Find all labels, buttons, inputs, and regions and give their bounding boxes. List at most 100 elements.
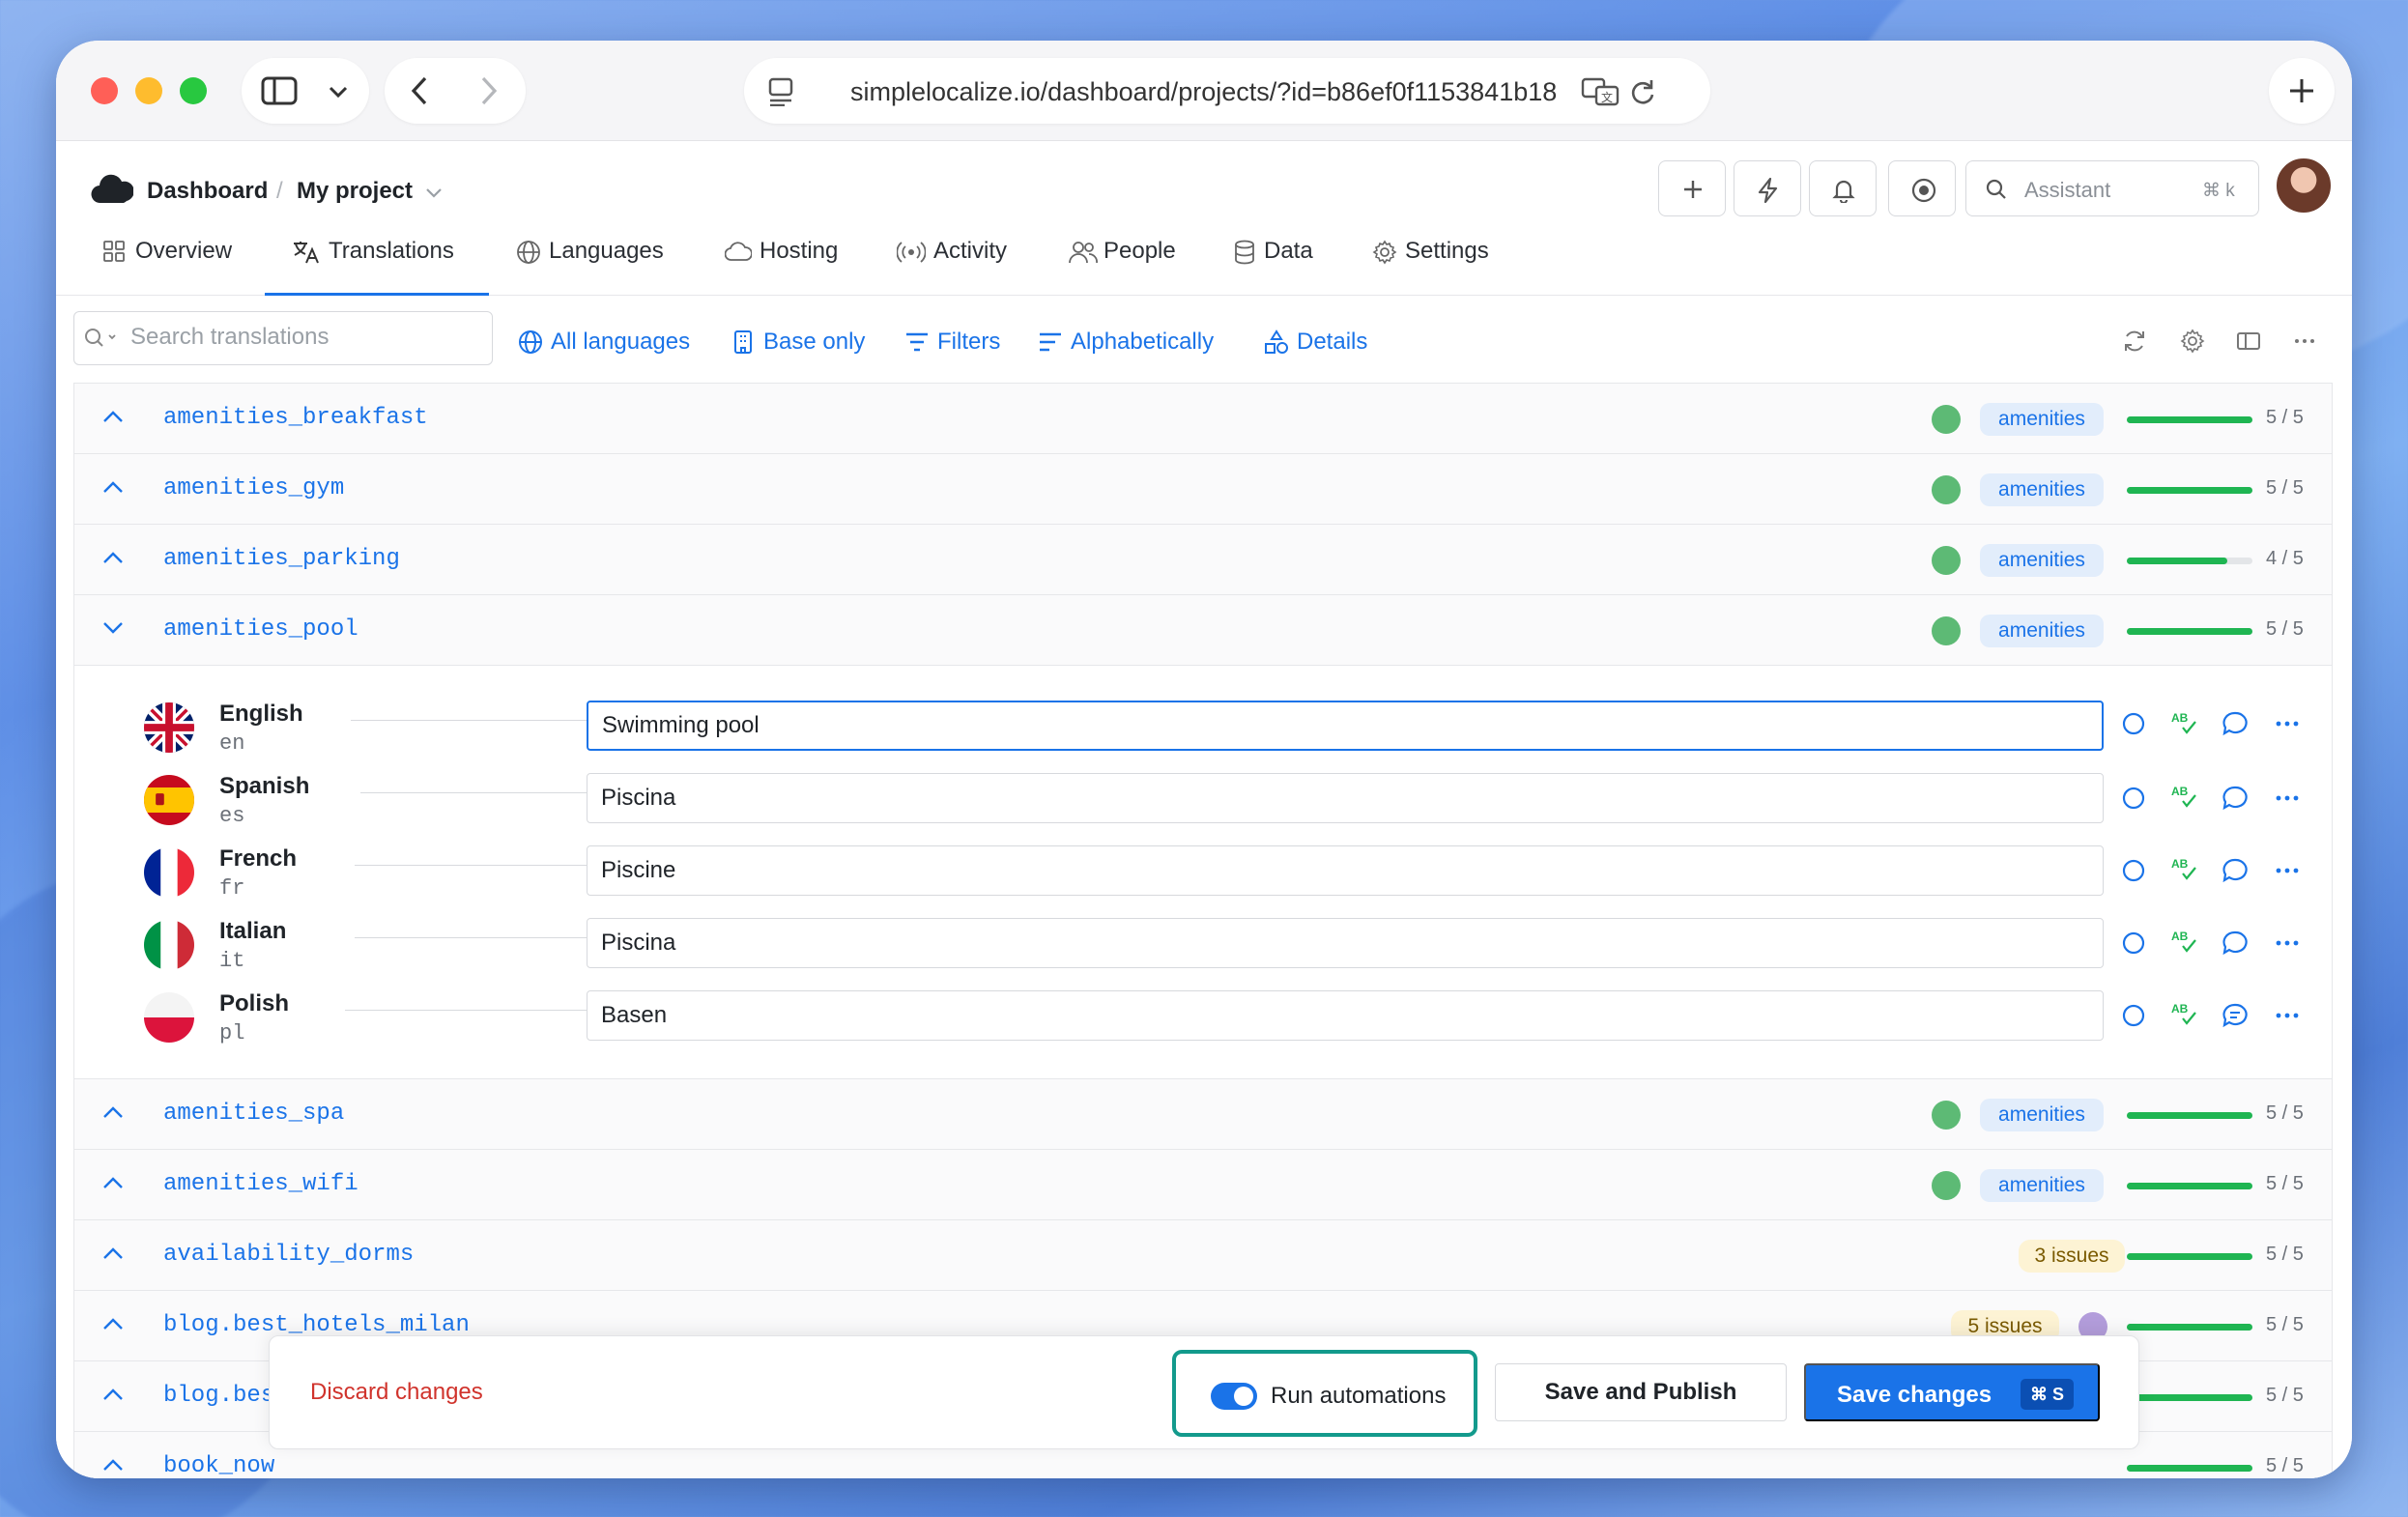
chevron-up-icon[interactable]	[101, 409, 125, 424]
chevron-up-icon[interactable]	[101, 1457, 125, 1473]
translation-input-en[interactable]: Swimming pool	[587, 701, 2104, 751]
tab-languages[interactable]: Languages	[516, 234, 680, 296]
tag-badge[interactable]: amenities	[1980, 1099, 2104, 1131]
auto-translate-icon[interactable]: AB	[2169, 708, 2198, 737]
comment-icon[interactable]	[2222, 857, 2249, 884]
chevron-down-icon[interactable]	[425, 187, 443, 199]
zoom-window-button[interactable]	[180, 77, 207, 104]
translation-input-fr[interactable]: Piscine	[587, 845, 2104, 896]
translation-input-it[interactable]: Piscina	[587, 918, 2104, 968]
review-status-icon[interactable]	[2121, 858, 2146, 883]
tab-hosting[interactable]: Hosting	[725, 234, 860, 296]
breadcrumb-project[interactable]: My project	[297, 178, 413, 205]
record-button[interactable]	[1888, 160, 1956, 216]
tab-settings[interactable]: Settings	[1372, 234, 1517, 296]
key-row[interactable]: amenities_wifi amenities 5 / 5	[74, 1150, 2332, 1220]
run-automations-toggle[interactable]	[1211, 1383, 1257, 1410]
search-input[interactable]	[130, 324, 478, 351]
chevron-up-icon[interactable]	[101, 1316, 125, 1331]
key-name[interactable]: book_now	[163, 1453, 274, 1478]
more-icon[interactable]	[2274, 710, 2301, 737]
run-automations-label[interactable]: Run automations	[1271, 1383, 1446, 1410]
minimize-window-button[interactable]	[135, 77, 162, 104]
reload-icon[interactable]	[1629, 77, 1656, 106]
more-icon[interactable]	[2274, 930, 2301, 957]
user-avatar[interactable]	[2275, 157, 2333, 215]
tab-people[interactable]: People	[1069, 234, 1204, 296]
shapes-icon	[1265, 329, 1288, 354]
filter-label: Base only	[763, 329, 866, 355]
comment-icon[interactable]	[2222, 785, 2249, 812]
more-icon[interactable]	[2292, 329, 2317, 354]
panel-icon[interactable]	[2236, 329, 2261, 354]
tag-badge[interactable]: amenities	[1980, 1169, 2104, 1202]
tab-translations[interactable]: Translations	[265, 234, 489, 296]
translation-input-es[interactable]: Piscina	[587, 773, 2104, 823]
key-name[interactable]: amenities_spa	[163, 1101, 344, 1127]
key-name[interactable]: blog.bes	[163, 1383, 274, 1409]
more-icon[interactable]	[2274, 1002, 2301, 1029]
discard-changes-button[interactable]: Discard changes	[310, 1379, 483, 1406]
tag-badge[interactable]: amenities	[1980, 544, 2104, 577]
chevron-up-icon[interactable]	[101, 1104, 125, 1120]
gear-icon[interactable]	[2180, 329, 2205, 354]
key-row[interactable]: amenities_gym amenities 5 / 5	[74, 454, 2332, 525]
add-button[interactable]	[1658, 160, 1726, 216]
key-row[interactable]: amenities_parking amenities 4 / 5	[74, 525, 2332, 595]
comments-icon[interactable]	[2222, 1002, 2249, 1029]
translate-page-icon[interactable]: 文	[1581, 77, 1620, 106]
key-row[interactable]: amenities_spa amenities 5 / 5	[74, 1079, 2332, 1150]
translation-input-pl[interactable]: Basen	[587, 990, 2104, 1041]
review-status-icon[interactable]	[2121, 1003, 2146, 1028]
more-icon[interactable]	[2274, 785, 2301, 812]
key-name[interactable]: amenities_breakfast	[163, 405, 428, 431]
tag-badge[interactable]: amenities	[1980, 473, 2104, 506]
tab-data[interactable]: Data	[1233, 234, 1339, 296]
auto-translate-icon[interactable]: AB	[2169, 782, 2198, 811]
key-name[interactable]: amenities_gym	[163, 475, 344, 501]
chevron-up-icon[interactable]	[101, 1175, 125, 1190]
chevron-up-icon[interactable]	[101, 550, 125, 565]
new-tab-button[interactable]	[2269, 58, 2335, 124]
close-window-button[interactable]	[91, 77, 118, 104]
notifications-button[interactable]	[1809, 160, 1877, 216]
language-name: Italian	[219, 918, 287, 944]
sidebar-toggle-button[interactable]	[242, 58, 369, 124]
chevron-down-icon[interactable]	[101, 620, 125, 636]
auto-translate-icon[interactable]: AB	[2169, 999, 2198, 1028]
issues-badge[interactable]: 3 issues	[2019, 1240, 2125, 1273]
key-row[interactable]: amenities_breakfast amenities 5 / 5	[74, 384, 2332, 454]
save-changes-button[interactable]: Save changes ⌘ S	[1804, 1363, 2100, 1421]
key-name[interactable]: blog.best_hotels_milan	[163, 1312, 470, 1338]
comment-icon[interactable]	[2222, 710, 2249, 737]
key-name[interactable]: amenities_parking	[163, 546, 400, 572]
key-row-expanded[interactable]: amenities_pool amenities 5 / 5	[74, 595, 2332, 666]
review-status-icon[interactable]	[2121, 711, 2146, 736]
chevron-up-icon[interactable]	[101, 1387, 125, 1402]
save-and-publish-button[interactable]: Save and Publish	[1495, 1363, 1787, 1421]
review-status-icon[interactable]	[2121, 930, 2146, 956]
comment-icon[interactable]	[2222, 930, 2249, 957]
refresh-icon[interactable]	[2122, 329, 2147, 354]
chevron-up-icon[interactable]	[101, 479, 125, 495]
key-name[interactable]: availability_dorms	[163, 1242, 414, 1268]
review-status-icon[interactable]	[2121, 786, 2146, 811]
tab-activity[interactable]: Activity	[897, 234, 1042, 296]
auto-translate-icon[interactable]: AB	[2169, 927, 2198, 956]
back-icon[interactable]	[410, 76, 429, 105]
more-icon[interactable]	[2274, 857, 2301, 884]
search-box[interactable]	[73, 311, 493, 365]
key-name[interactable]: amenities_wifi	[163, 1171, 358, 1197]
tag-badge[interactable]: amenities	[1980, 403, 2104, 436]
auto-translate-icon[interactable]: AB	[2169, 854, 2198, 883]
forward-icon[interactable]	[479, 76, 499, 105]
automations-button[interactable]	[1734, 160, 1801, 216]
assistant-search[interactable]: Assistant ⌘ k	[1965, 160, 2259, 216]
tab-overview[interactable]: Overview	[102, 234, 247, 296]
chevron-up-icon[interactable]	[101, 1245, 125, 1261]
breadcrumb-dashboard[interactable]: Dashboard	[147, 178, 268, 205]
key-name[interactable]: amenities_pool	[163, 616, 358, 643]
key-row[interactable]: availability_dorms 3 issues 5 / 5	[74, 1220, 2332, 1291]
address-bar[interactable]: simplelocalize.io/dashboard/projects/?id…	[744, 58, 1710, 124]
tag-badge[interactable]: amenities	[1980, 615, 2104, 647]
